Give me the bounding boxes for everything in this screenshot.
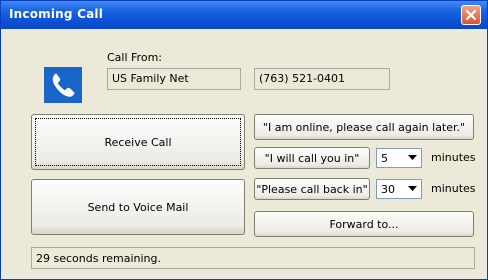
online-message-button[interactable]: "I am online, please call again later." (254, 114, 474, 140)
please-call-back-button[interactable]: "Please call back in" (254, 178, 370, 200)
phone-handset-icon (44, 67, 82, 103)
caller-number-field: (763) 521-0401 (254, 68, 390, 90)
caller-name-field: US Family Net (107, 68, 241, 90)
title-bar: Incoming Call (1, 1, 487, 29)
will-call-you-button[interactable]: "I will call you in" (254, 147, 370, 169)
please-call-back-label: "Please call back in" (256, 182, 368, 196)
forward-to-button[interactable]: Forward to... (254, 211, 474, 237)
chevron-down-icon[interactable] (405, 181, 420, 197)
send-to-voicemail-button[interactable]: Send to Voice Mail (31, 179, 245, 235)
incoming-call-window: Incoming Call Call From: US Family Net (… (0, 0, 488, 280)
window-title: Incoming Call (9, 7, 104, 21)
status-bar: 29 seconds remaining. (31, 247, 475, 269)
call-from-label: Call From: (107, 51, 162, 64)
online-message-label: "I am online, please call again later." (262, 120, 466, 134)
call-back-minutes-value: 30 (381, 183, 395, 196)
close-button[interactable] (461, 5, 481, 25)
call-back-minutes-unit: minutes (431, 182, 476, 195)
will-call-you-label: "I will call you in" (264, 151, 360, 165)
receive-call-label: Receive Call (104, 135, 172, 149)
close-icon (465, 9, 477, 21)
chevron-down-icon[interactable] (405, 150, 420, 166)
will-call-minutes-select[interactable]: 5 (376, 148, 422, 168)
call-back-minutes-select[interactable]: 30 (376, 179, 422, 199)
receive-call-button[interactable]: Receive Call (31, 114, 245, 170)
will-call-minutes-unit: minutes (431, 151, 476, 164)
send-to-voicemail-label: Send to Voice Mail (87, 200, 189, 214)
status-text: 29 seconds remaining. (36, 252, 161, 265)
will-call-minutes-value: 5 (381, 152, 388, 165)
forward-to-label: Forward to... (329, 217, 399, 231)
